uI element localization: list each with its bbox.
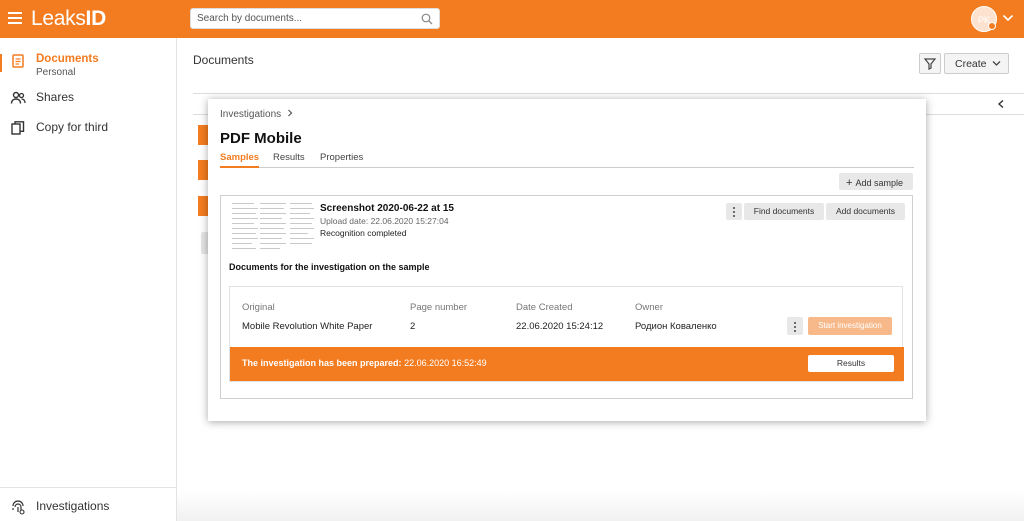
column-header-date-created: Date Created [516, 302, 573, 313]
sidebar-item-label: Shares [36, 90, 75, 104]
fingerprint-icon [12, 500, 25, 515]
chevron-left-icon[interactable] [996, 99, 1006, 109]
results-button[interactable]: Results [808, 355, 894, 372]
tab-samples[interactable]: Samples [220, 152, 260, 168]
cell-date-created: 22.06.2020 15:24:12 [516, 321, 604, 332]
table-header-line [193, 93, 1024, 94]
sample-name: Screenshot 2020-06-22 at 15 [320, 203, 454, 214]
add-documents-button[interactable]: Add documents [826, 203, 905, 220]
breadcrumb[interactable]: Investigations [220, 109, 294, 120]
banner-text: The investigation has been prepared: 22.… [242, 358, 487, 368]
add-sample-button[interactable]: + Add sample [839, 173, 913, 190]
search-placeholder: Search by documents... [197, 13, 303, 24]
banner-prefix: The investigation has been prepared: [242, 358, 402, 368]
menu-icon[interactable] [8, 12, 22, 24]
column-header-owner: Owner [635, 302, 663, 313]
filter-icon [923, 58, 937, 70]
tab-properties[interactable]: Properties [320, 152, 363, 168]
sidebar-item-investigations[interactable]: Investigations [10, 499, 109, 515]
copy-icon [11, 121, 25, 135]
sample-card: Screenshot 2020-06-22 at 15 Upload date:… [220, 195, 913, 399]
create-button[interactable]: Create [944, 53, 1009, 74]
sidebar-item-shares[interactable]: Shares [10, 90, 74, 106]
sidebar-item-label: Investigations [36, 499, 110, 513]
tab-results[interactable]: Results [273, 152, 305, 168]
chevron-down-icon [992, 61, 1001, 66]
column-header-page-number: Page number [410, 302, 468, 313]
find-documents-button[interactable]: Find documents [744, 203, 824, 220]
footer-shade [177, 490, 1024, 521]
sidebar-item-label: Documents [36, 53, 99, 65]
banner-date: 22.06.2020 16:52:49 [404, 358, 487, 368]
logo-text-light: Leaks [31, 7, 86, 30]
avatar-status-dot [988, 22, 996, 30]
add-sample-label: Add sample [855, 178, 903, 188]
search-input[interactable]: Search by documents... [190, 8, 440, 29]
plus-icon: + [846, 177, 853, 189]
active-indicator [0, 54, 2, 72]
users-icon [10, 91, 26, 104]
start-investigation-button[interactable]: Start investigation [808, 317, 892, 335]
sample-thumbnail[interactable] [230, 200, 320, 256]
sidebar-item-label: Copy for third [36, 120, 109, 134]
column-header-original: Original [242, 302, 275, 313]
top-bar: LeaksID Search by documents... PK [0, 0, 1024, 38]
sidebar: Documents Personal Shares Copy for third… [0, 38, 177, 521]
investigation-modal: Investigations PDF Mobile Samples Result… [208, 99, 926, 421]
recognition-status: Recognition completed [320, 228, 407, 238]
sidebar-item-sublabel: Personal [36, 67, 76, 78]
cell-original[interactable]: Mobile Revolution White Paper [242, 321, 372, 332]
more-options-button[interactable] [787, 317, 803, 335]
sidebar-item-copy-for-third[interactable]: Copy for third [10, 120, 108, 136]
cell-owner: Родион Коваленко [635, 321, 717, 332]
logo-text-bold: ID [85, 7, 107, 30]
chevron-right-icon [288, 109, 293, 117]
tab-bar: Samples Results Properties [220, 152, 914, 168]
sidebar-item-documents[interactable]: Documents Personal [10, 53, 99, 78]
investigation-document: Original Page number Date Created Owner … [229, 286, 904, 382]
more-options-button[interactable] [726, 203, 742, 220]
filter-button[interactable] [919, 53, 941, 74]
search-icon[interactable] [421, 13, 433, 25]
sidebar-footer: Investigations [0, 487, 176, 521]
documents-heading: Documents for the investigation on the s… [229, 262, 430, 272]
create-label: Create [955, 58, 987, 70]
investigation-prepared-banner: The investigation has been prepared: 22.… [230, 347, 904, 381]
app-logo[interactable]: LeaksID [31, 7, 106, 31]
upload-date: Upload date: 22.06.2020 15:27:04 [320, 216, 449, 226]
cell-page-number: 2 [410, 321, 416, 332]
document-icon [12, 54, 24, 68]
breadcrumb-investigations[interactable]: Investigations [220, 109, 281, 120]
page-title: Documents [193, 53, 254, 67]
chevron-down-icon[interactable] [1002, 13, 1014, 23]
modal-title: PDF Mobile [220, 130, 302, 147]
